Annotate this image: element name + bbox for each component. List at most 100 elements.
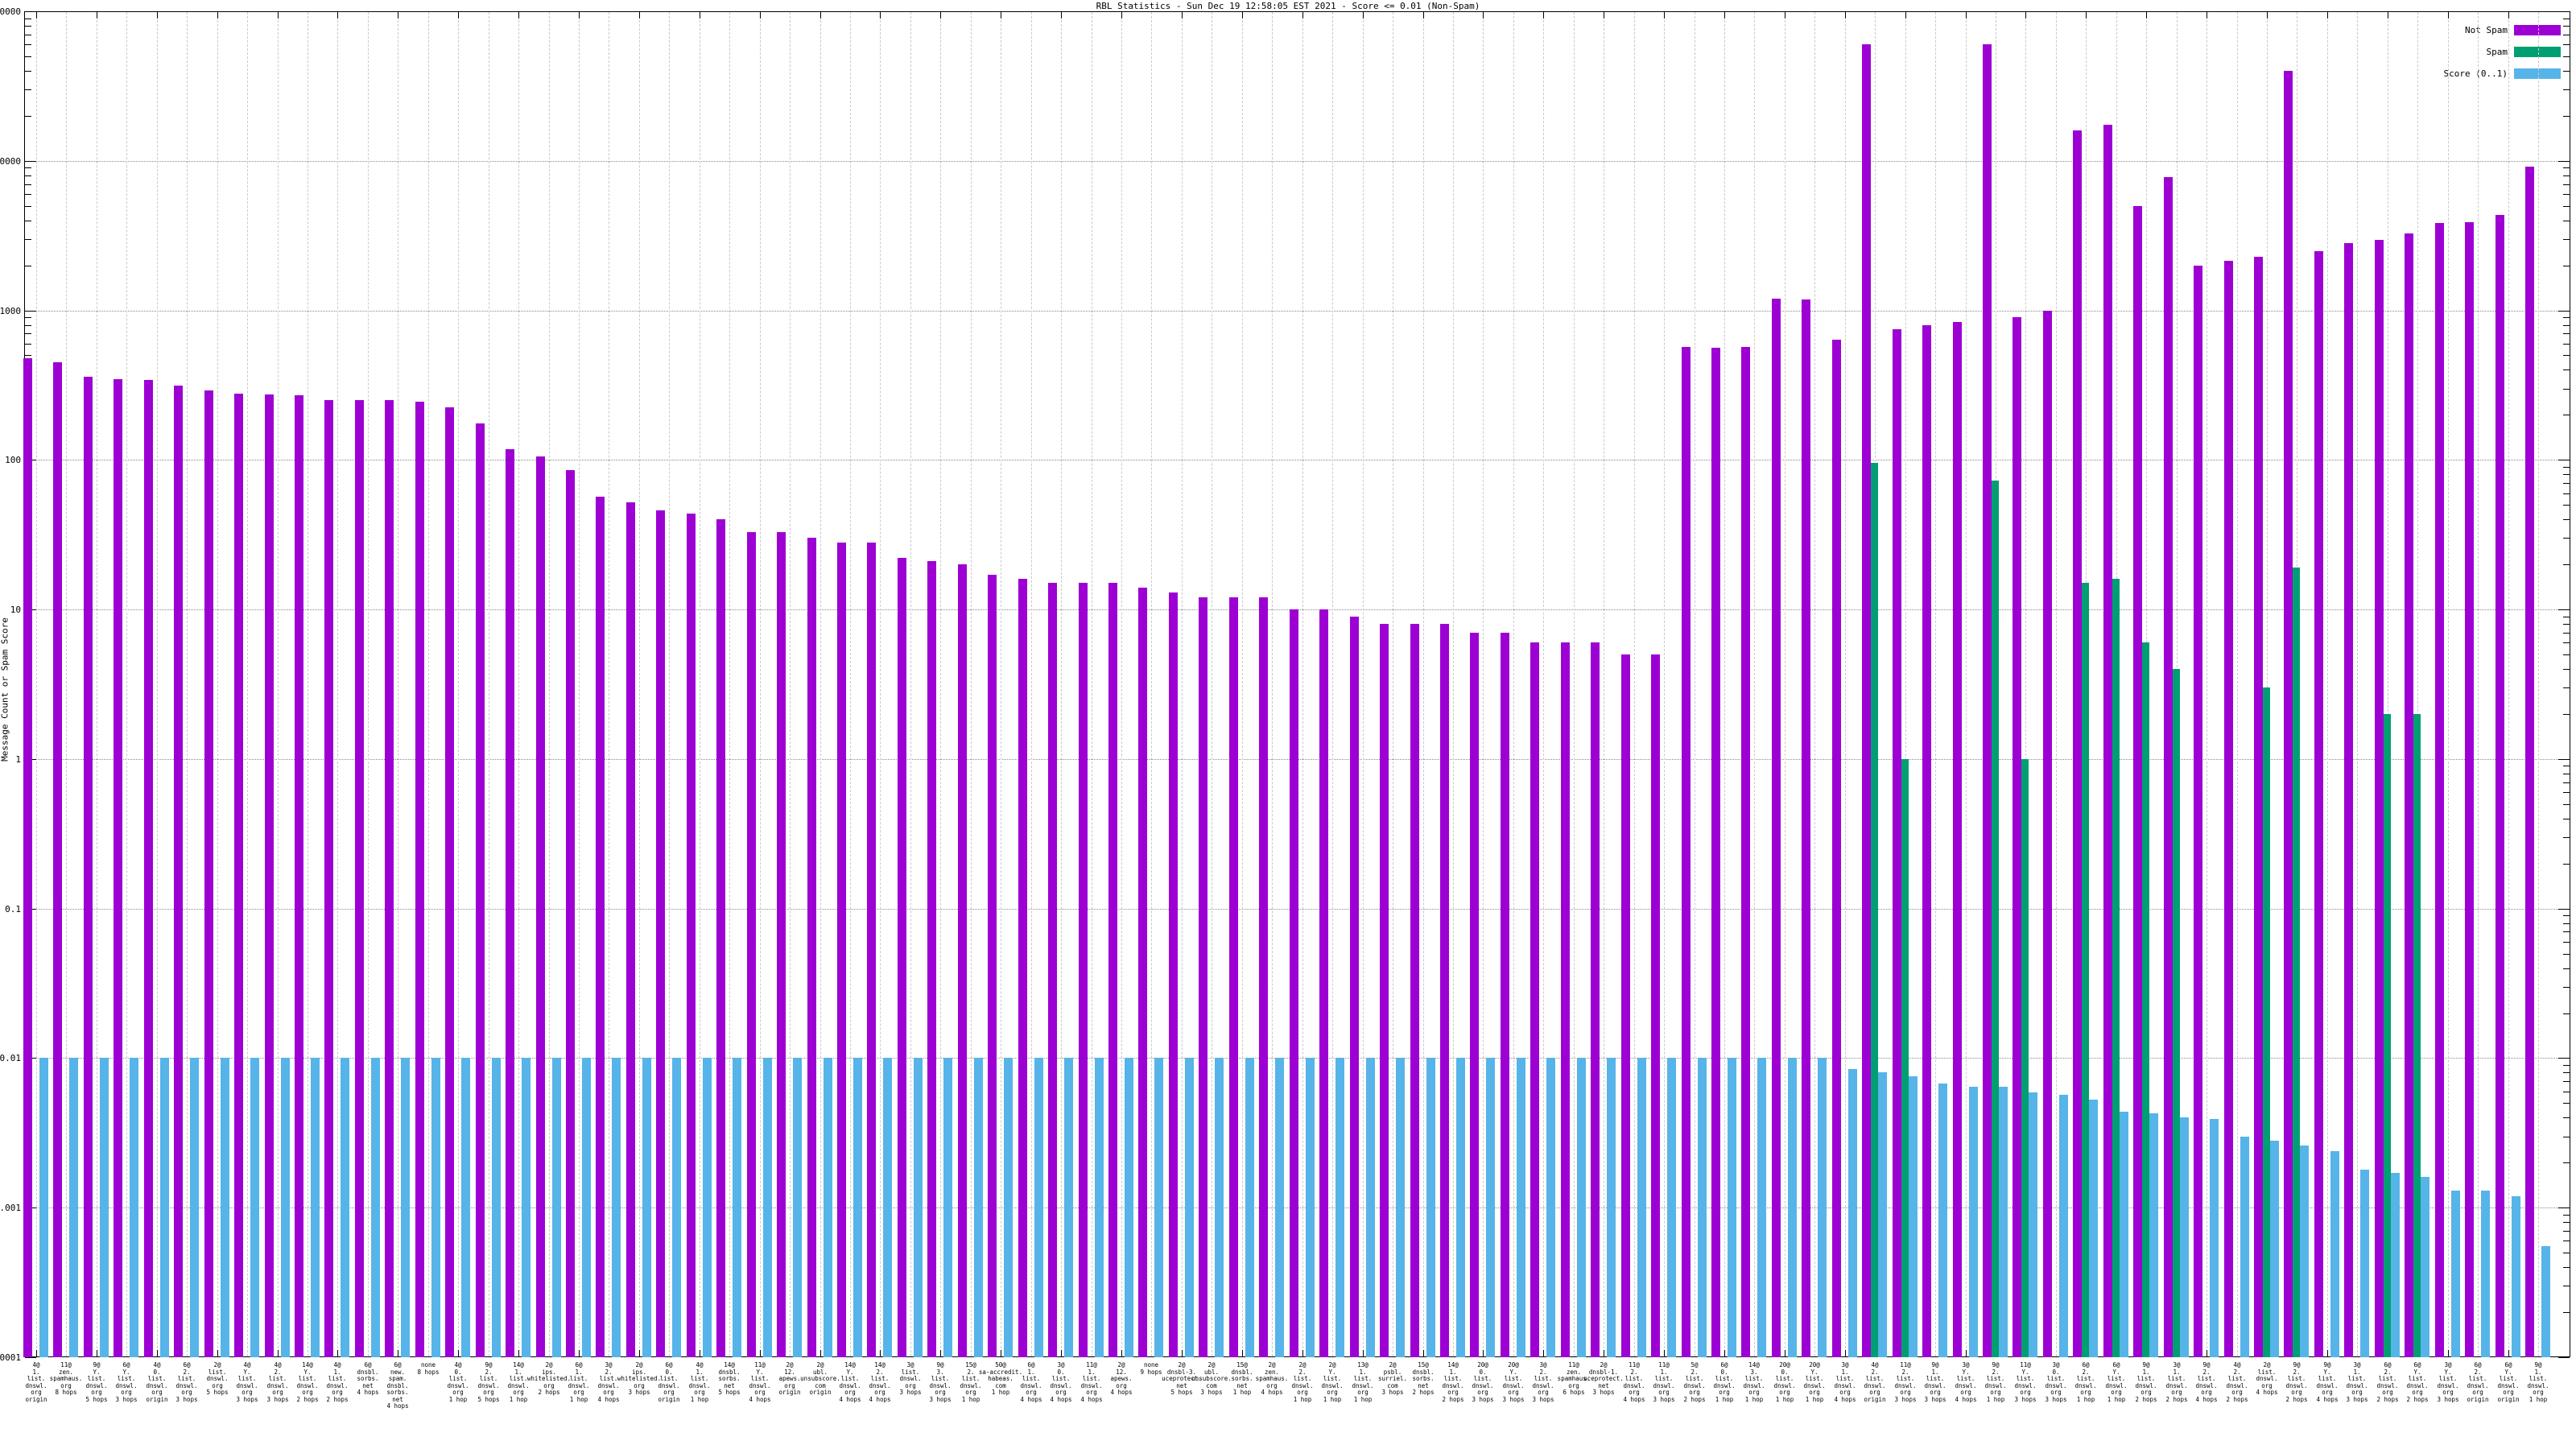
- not-spam-bar: [536, 456, 545, 1357]
- not-spam-bar: [355, 400, 364, 1357]
- y-minor-tick: [2563, 483, 2570, 484]
- y-minor-tick: [2563, 538, 2570, 539]
- x-tick-bottom: [337, 1350, 338, 1356]
- score-bar: [703, 1058, 712, 1357]
- y-tick-label: 100: [0, 456, 21, 464]
- not-spam-bar: [656, 510, 665, 1357]
- x-axis-label: 20@ 0. list. dnswl. org 1 hop: [1773, 1362, 1795, 1403]
- x-tick-top: [1966, 12, 1967, 19]
- score-bar: [582, 1058, 591, 1357]
- x-axis-label: 3@ 1. list. dnswl. org 3 hops: [2346, 1362, 2368, 1403]
- y-minor-tick: [2563, 915, 2570, 916]
- score-bar: [1728, 1058, 1736, 1357]
- x-tick-top: [880, 12, 881, 19]
- y-minor-tick: [25, 317, 31, 318]
- not-spam-bar: [1350, 617, 1359, 1357]
- legend-entry: Score (0..1): [2347, 68, 2561, 79]
- y-minor-tick: [2563, 633, 2570, 634]
- score-bar: [2149, 1113, 2158, 1357]
- not-spam-bar: [626, 502, 635, 1357]
- y-minor-tick: [25, 116, 31, 117]
- x-gridline: [940, 12, 941, 1356]
- y-minor-tick: [25, 325, 31, 326]
- spam-bar: [1992, 481, 1999, 1357]
- y-minor-tick: [2563, 669, 2570, 670]
- y-minor-tick: [2563, 175, 2570, 176]
- x-axis-label: 9@ 2. list. dnswl. org 5 hops: [477, 1362, 499, 1403]
- x-tick-top: [2025, 12, 2026, 19]
- y-minor-tick: [2563, 564, 2570, 565]
- spam-bar: [2263, 687, 2270, 1357]
- x-axis-label: 9@ Y. list. dnswl. org 4 hops: [2316, 1362, 2338, 1403]
- y-tick-label: 0.0001: [0, 1353, 21, 1362]
- not-spam-bar: [2525, 167, 2534, 1357]
- x-axis-label: 2@ zen. spamhaus. org 4 hops: [1256, 1362, 1289, 1397]
- not-spam-bar: [2465, 222, 2474, 1357]
- score-bar: [763, 1058, 772, 1357]
- x-gridline: [1272, 12, 1273, 1356]
- not-spam-bar: [476, 423, 485, 1357]
- y-major-tick: [25, 311, 36, 312]
- y-minor-tick: [2563, 654, 2570, 655]
- not-spam-bar: [2284, 71, 2293, 1357]
- x-tick-bottom: [1182, 1350, 1183, 1356]
- x-gridline: [2357, 12, 2358, 1356]
- not-spam-bar: [2103, 125, 2112, 1357]
- spam-bar: [2112, 579, 2120, 1357]
- x-gridline: [337, 12, 338, 1356]
- y-minor-tick: [25, 89, 31, 90]
- y-minor-tick: [25, 333, 31, 334]
- x-axis-label: 6@ Y. list. dnswl. org 3 hops: [115, 1362, 137, 1403]
- score-bar: [1486, 1058, 1495, 1357]
- not-spam-bar: [23, 358, 32, 1357]
- x-tick-top: [1363, 12, 1364, 19]
- y-major-tick: [25, 161, 36, 162]
- x-axis-label: 6@ 0. list. dnswl. org 1 hop: [1713, 1362, 1735, 1403]
- score-bar: [642, 1058, 651, 1357]
- not-spam-bar: [1169, 592, 1178, 1357]
- score-bar: [39, 1058, 48, 1357]
- not-spam-bar: [144, 380, 153, 1357]
- y-tick-label: 0.1: [0, 905, 21, 914]
- x-tick-top: [1061, 12, 1062, 19]
- not-spam-bar: [506, 449, 514, 1357]
- not-spam-bar: [988, 575, 997, 1357]
- x-axis-label: 4@ 2. list. dnswl. org origin: [1864, 1362, 1885, 1403]
- x-tick-bottom: [2508, 1350, 2509, 1356]
- x-axis-label: 6@ Y. list. dnswl. org origin: [2497, 1362, 2519, 1403]
- y-minor-tick: [2563, 792, 2570, 793]
- x-tick-top: [1242, 12, 1243, 19]
- spam-bar: [1901, 759, 1909, 1357]
- x-axis-label: 14@ Y. list. dnswl. org 4 hops: [839, 1362, 861, 1403]
- x-gridline: [1182, 12, 1183, 1356]
- x-axis-label: none 9 hops: [1140, 1362, 1162, 1376]
- x-gridline: [368, 12, 369, 1356]
- x-gridline: [36, 12, 37, 1356]
- x-axis-label: 9@ 1. list. dnswl. org 3 hops: [1924, 1362, 1946, 1403]
- legend-entry: Spam: [2347, 46, 2561, 57]
- not-spam-bar: [837, 543, 846, 1357]
- not-spam-bar: [1832, 340, 1841, 1357]
- y-minor-tick: [2563, 1222, 2570, 1223]
- not-spam-bar: [1501, 633, 1509, 1357]
- score-bar: [130, 1058, 138, 1357]
- x-axis-label: 11@ 2. list. dnswl. org 4 hops: [1623, 1362, 1645, 1403]
- y-minor-tick: [25, 239, 31, 240]
- score-bar: [522, 1058, 530, 1357]
- not-spam-bar: [1711, 348, 1720, 1357]
- x-axis-label: 4@ 0. list. dnswl. org 1 hop: [447, 1362, 469, 1403]
- score-bar: [2210, 1119, 2219, 1357]
- score-bar: [2360, 1170, 2369, 1357]
- x-axis-label: 9@ 1. list. dnswl. org 1 hop: [2527, 1362, 2549, 1403]
- score-bar: [160, 1058, 169, 1357]
- x-gridline: [247, 12, 248, 1356]
- score-bar: [1245, 1058, 1254, 1357]
- x-axis-label: 6@ 2. list. dnswl. org 1 hop: [2074, 1362, 2096, 1403]
- x-tick-bottom: [1061, 1350, 1062, 1356]
- not-spam-bar: [204, 390, 213, 1357]
- score-bar: [1698, 1058, 1707, 1357]
- score-bar: [1154, 1058, 1163, 1357]
- y-minor-tick: [2563, 519, 2570, 520]
- y-minor-tick: [2563, 355, 2570, 356]
- y-minor-tick: [2563, 931, 2570, 932]
